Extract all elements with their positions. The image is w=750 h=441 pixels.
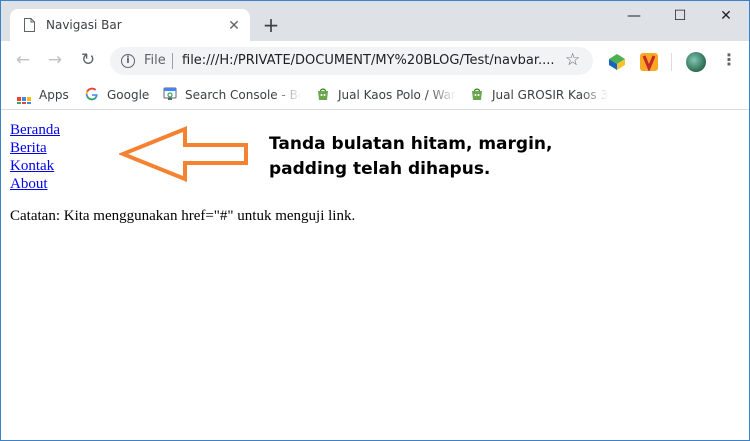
browser-window: Navigasi Bar ✕ + — ☐ ✕ ← → ↻ i File file…: [0, 0, 750, 441]
bookmark-jual-grosir[interactable]: Jual GROSIR Kaos 3D: [470, 86, 608, 104]
browser-toolbar: ← → ↻ i File file:///H:/PRIVATE/DOCUMENT…: [1, 41, 749, 79]
apps-grid-icon: [17, 97, 31, 104]
nav-item-about: About: [10, 175, 60, 193]
new-tab-button[interactable]: +: [261, 15, 281, 35]
forward-button[interactable]: →: [45, 50, 65, 70]
tab-navigasi-bar[interactable]: Navigasi Bar ✕: [10, 9, 250, 41]
tab-strip: Navigasi Bar ✕ + — ☐ ✕: [1, 1, 749, 41]
bookmark-google[interactable]: Google: [85, 86, 155, 104]
annotation-line-2: padding telah dihapus.: [269, 159, 491, 179]
minimize-button[interactable]: —: [611, 1, 657, 31]
toolbar-divider: [671, 53, 672, 71]
nav-link-berita[interactable]: Berita: [10, 140, 47, 156]
nav-link-kontak[interactable]: Kontak: [10, 158, 54, 174]
info-icon[interactable]: i: [121, 54, 135, 68]
nav-link-about[interactable]: About: [10, 176, 48, 192]
tab-close-icon[interactable]: ✕: [226, 17, 242, 33]
annotation-line-1: Tanda bulatan hitam, margin,: [269, 134, 553, 154]
profile-avatar[interactable]: [686, 52, 706, 72]
nav-link-beranda[interactable]: Beranda: [10, 122, 60, 138]
annotation-arrow-icon: [119, 126, 248, 182]
bookmark-label: Google: [107, 88, 150, 102]
reload-button[interactable]: ↻: [78, 50, 98, 70]
tab-title: Navigasi Bar: [46, 18, 122, 32]
omnibox-divider: [172, 53, 173, 69]
back-button[interactable]: ←: [13, 50, 33, 70]
search-console-icon: [163, 87, 177, 100]
shop-icon: [318, 88, 328, 100]
url-text[interactable]: file:///H:/PRIVATE/DOCUMENT/MY%20BLOG/Te…: [182, 53, 555, 68]
extension-v-icon[interactable]: [640, 53, 658, 71]
bookmark-label: Search Console - Ber: [185, 88, 301, 102]
bookmarks-bar: Apps Google Search Console - Ber Jual Ka…: [1, 79, 749, 110]
maximize-button[interactable]: ☐: [657, 1, 703, 31]
page-icon: [24, 18, 35, 32]
shop-icon: [472, 88, 482, 100]
page-content: Beranda Berita Kontak About Tanda bulata…: [1, 111, 749, 440]
extension-download-icon[interactable]: [608, 53, 626, 71]
bookmark-label: Jual GROSIR Kaos 3D: [492, 88, 608, 102]
url-scheme: File: [144, 53, 166, 68]
bookmark-jual-kaos-polo[interactable]: Jual Kaos Polo / Wan: [316, 86, 456, 104]
bookmark-label: Jual Kaos Polo / Wan: [338, 88, 456, 102]
nav-item-beranda: Beranda: [10, 121, 60, 139]
bookmark-search-console[interactable]: Search Console - Ber: [163, 86, 301, 104]
close-window-button[interactable]: ✕: [703, 1, 749, 31]
bookmark-star-icon[interactable]: ☆: [565, 50, 580, 70]
address-bar[interactable]: i File file:///H:/PRIVATE/DOCUMENT/MY%20…: [110, 47, 593, 75]
annotation-text: Tanda bulatan hitam, margin, padding tel…: [269, 132, 569, 182]
nav-item-berita: Berita: [10, 139, 60, 157]
navigation-list: Beranda Berita Kontak About: [10, 121, 60, 193]
bookmark-label: Apps: [39, 88, 69, 102]
google-icon: [85, 87, 98, 101]
bookmark-apps[interactable]: Apps: [17, 86, 77, 104]
nav-item-kontak: Kontak: [10, 157, 60, 175]
note-text: Catatan: Kita menggunakan href="#" untuk…: [10, 208, 356, 224]
menu-icon[interactable]: ⋮: [721, 50, 737, 70]
